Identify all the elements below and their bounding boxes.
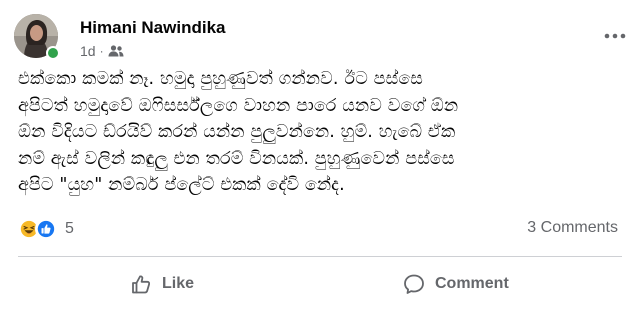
- meta-separator: ·: [99, 44, 104, 58]
- post-timestamp[interactable]: 1d: [80, 43, 96, 59]
- comment-button-label: Comment: [435, 275, 509, 292]
- comment-button[interactable]: Comment: [403, 266, 509, 302]
- like-button[interactable]: Like: [130, 266, 194, 302]
- friends-icon[interactable]: [108, 44, 124, 58]
- comments-count-link[interactable]: 3 Comments: [527, 219, 618, 237]
- reaction-count: 5: [65, 220, 74, 237]
- divider: [18, 256, 622, 257]
- author-avatar-container[interactable]: [14, 14, 60, 60]
- like-button-label: Like: [162, 275, 195, 292]
- thumbs-up-icon: [130, 273, 152, 295]
- post-body-line: ඕන විදියට ඩ්රයිව් කරන් යන්න පුලුවන්නෙ. හ…: [18, 122, 456, 142]
- post-body-line: අපිට "යුහ" නම්බර් ප්ලේට් එකක් දේවි නේද.: [18, 175, 345, 195]
- post-body: එක්කො කමක් නෑ. හමුදා පුහුණුවත් ගන්නව. ඊට…: [18, 66, 624, 199]
- post-body-line: නම් ඇස් වලින් කඳුලු එන තරම් විනයක්. පුහු…: [18, 148, 455, 169]
- post-meta: 1d ·: [80, 43, 124, 59]
- online-status-dot: [46, 46, 60, 60]
- post-body-line: අපිටත් හමුදාවේ ඔෆිසර්ස්ලගෙ වාහන පාරෙ යනව…: [18, 95, 459, 116]
- post-body-line: එක්කො කමක් නෑ. හමුදා පුහුණුවත් ගන්නව. ඊට…: [18, 69, 424, 89]
- post-header: Himani Nawindika 1d ·: [14, 14, 626, 64]
- like-reaction-icon: [35, 218, 57, 240]
- more-options-icon[interactable]: [604, 28, 626, 39]
- post-card: Himani Nawindika 1d · එක්කො කමක් නෑ. හමු…: [0, 0, 640, 309]
- reactions-summary[interactable]: 5: [18, 218, 74, 240]
- speech-bubble-icon: [403, 273, 425, 295]
- author-name[interactable]: Himani Nawindika: [80, 18, 225, 38]
